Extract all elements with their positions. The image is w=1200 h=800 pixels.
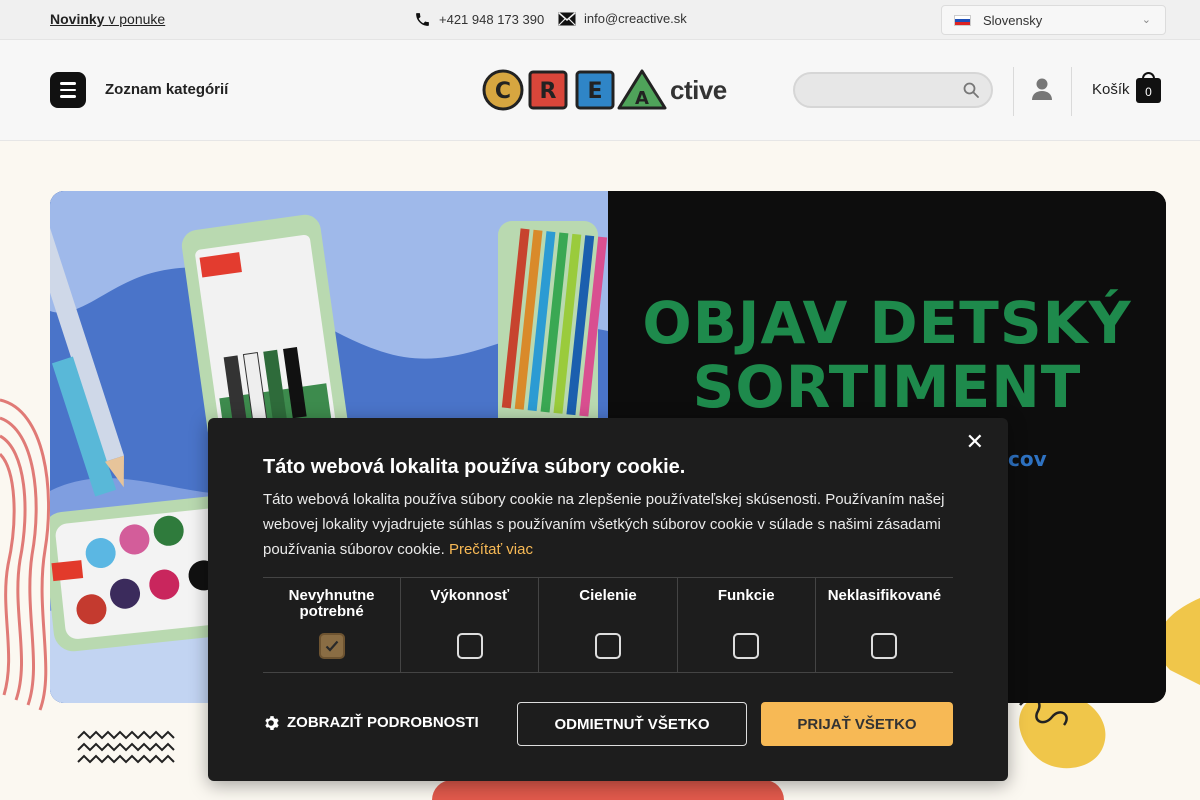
top-bar: Novinky v ponuke +421 948 173 390 info@c… (0, 0, 1200, 40)
cookie-category-label: Cielenie (579, 587, 637, 604)
slovak-flag-icon (954, 14, 971, 26)
accept-all-button[interactable]: PRIJAŤ VŠETKO (761, 702, 953, 746)
phone-icon (416, 13, 429, 26)
read-more-link[interactable]: Prečítať viac (449, 541, 533, 558)
email-contact[interactable]: info@creactive.sk (558, 11, 687, 26)
cookie-category-performance: Výkonnosť (401, 578, 540, 672)
cookie-title: Táto webová lokalita používa súbory cook… (263, 456, 686, 478)
site-header: Zoznam kategórií C R E A ctive Košík 0 (0, 40, 1200, 141)
language-label: Slovensky (983, 12, 1043, 28)
decline-all-button[interactable]: ODMIETNUŤ VŠETKO (517, 702, 747, 746)
cookie-consent-dialog: ✕ Táto webová lokalita používa súbory co… (208, 418, 1008, 781)
banner-headline: OBJAV DETSKÝ SORTIMENT (608, 291, 1166, 419)
cookie-description-text: Táto webová lokalita používa súbory cook… (263, 491, 945, 558)
functionality-checkbox[interactable] (733, 633, 760, 659)
cookie-category-necessary: Nevyhnutne potrebné (263, 578, 402, 672)
search-input[interactable] (795, 74, 991, 106)
checkmark-icon (325, 640, 338, 652)
search-box (793, 72, 993, 108)
banner-headline-line2: SORTIMENT (692, 353, 1082, 421)
new-products-link-rest: v ponuke (108, 11, 166, 27)
necessary-checkbox[interactable] (318, 633, 345, 659)
performance-checkbox[interactable] (456, 633, 483, 659)
user-icon[interactable] (1031, 77, 1053, 101)
hamburger-menu-button[interactable] (50, 72, 86, 108)
banner-headline-line1: OBJAV DETSKÝ (642, 289, 1132, 357)
cookie-category-unclassified: Neklasifikované (816, 578, 953, 672)
gear-icon (265, 715, 279, 730)
header-divider (1071, 67, 1072, 116)
banner-subline-fragment: cov (1008, 447, 1047, 471)
chevron-down-icon: ⌄ (1141, 14, 1151, 26)
email-address: info@creactive.sk (584, 11, 687, 26)
logo-letter-e: E (587, 79, 602, 104)
unclassified-checkbox[interactable] (871, 633, 898, 659)
cart-label[interactable]: Košík (1092, 81, 1130, 98)
logo-suffix: ctive (670, 74, 727, 105)
logo-letter-a: A (635, 88, 649, 109)
decorative-red-pill (432, 780, 784, 800)
language-select[interactable]: Slovensky ⌄ (941, 5, 1166, 35)
phone-number: +421 948 173 390 (439, 12, 545, 27)
cart-button[interactable]: 0 (1136, 72, 1161, 103)
close-icon[interactable]: ✕ (966, 430, 984, 455)
show-details-button[interactable]: ZOBRAZIŤ PODROBNOSTI (263, 714, 479, 731)
cookie-category-label: Neklasifikované (827, 587, 942, 604)
header-divider (1013, 67, 1014, 116)
logo[interactable]: C R E A ctive (482, 67, 727, 113)
show-details-label: ZOBRAZIŤ PODROBNOSTI (287, 714, 479, 731)
cookie-description: Táto webová lokalita používa súbory cook… (263, 487, 963, 562)
cookie-category-label: Nevyhnutne potrebné (288, 587, 375, 620)
categories-label[interactable]: Zoznam kategórií (105, 81, 228, 98)
mail-icon (558, 11, 576, 25)
logo-letter-c: C (495, 79, 511, 104)
cookie-category-label: Funkcie (717, 587, 775, 604)
targeting-checkbox[interactable] (595, 633, 621, 659)
cookie-category-functionality: Funkcie (678, 578, 816, 672)
phone-contact[interactable]: +421 948 173 390 (414, 11, 544, 28)
new-products-link[interactable]: Novinky v ponuke (50, 11, 165, 27)
cart-count: 0 (1136, 78, 1161, 103)
cookie-category-label: Výkonnosť (430, 587, 510, 604)
logo-mark: C R E A (482, 69, 667, 111)
cookie-category-targeting: Cielenie (539, 578, 678, 672)
logo-letter-r: R (540, 79, 557, 104)
new-products-link-bold: Novinky (50, 11, 105, 27)
decorative-zigzag (77, 730, 175, 764)
cookie-categories: Nevyhnutne potrebné Výkonnosť Cielenie F… (263, 577, 953, 673)
search-icon[interactable] (963, 82, 979, 98)
